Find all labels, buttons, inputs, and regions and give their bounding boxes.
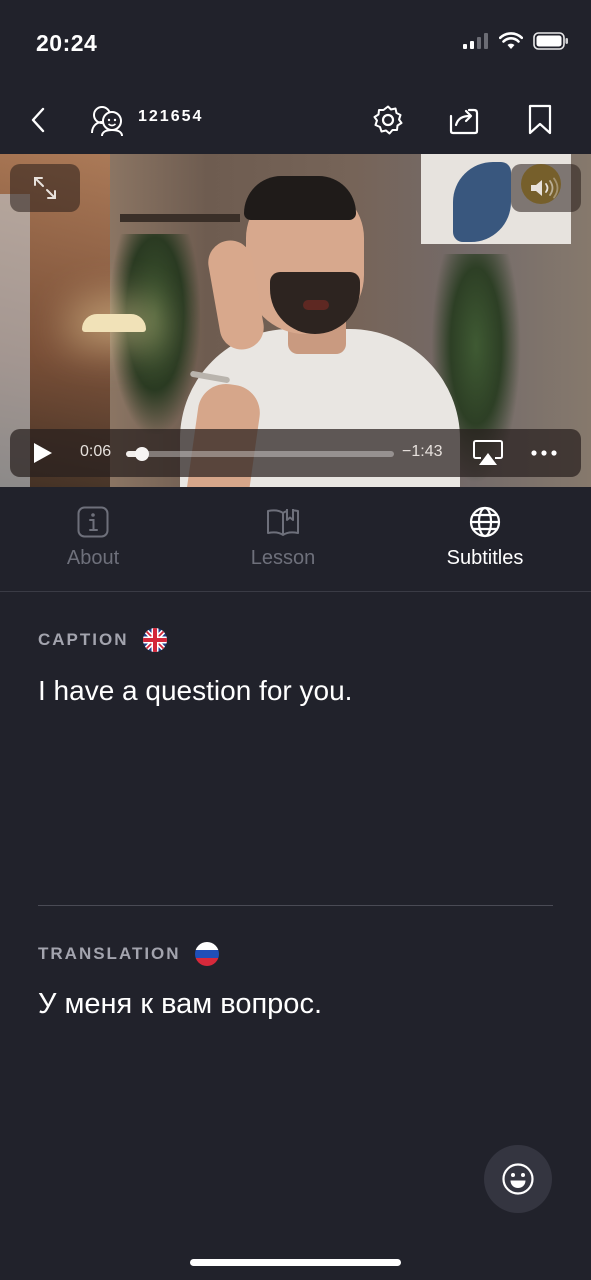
bookmark-icon	[528, 104, 552, 135]
tab-bar: About Lesson Subtitles	[0, 487, 591, 592]
avatar-group-button[interactable]	[86, 98, 130, 142]
section-divider	[38, 905, 553, 906]
tab-lesson-label: Lesson	[250, 547, 316, 569]
airplay-icon	[473, 440, 503, 465]
scrubber[interactable]	[126, 447, 394, 461]
settings-button[interactable]	[366, 98, 410, 142]
remaining-time: −1:43	[402, 443, 443, 460]
back-button[interactable]	[16, 98, 60, 142]
back-icon	[31, 107, 45, 133]
avatar-group-icon	[91, 106, 123, 137]
play-button[interactable]	[30, 441, 54, 465]
signal-icon	[463, 33, 488, 49]
uk-flag-icon	[142, 628, 167, 652]
settings-icon	[373, 105, 403, 135]
translation-label: TRANSLATION	[38, 944, 181, 963]
video-frame-shelf	[120, 214, 240, 222]
smiley-icon	[502, 1163, 534, 1195]
fullscreen-button[interactable]	[10, 164, 80, 212]
video-frame-lamp	[82, 314, 146, 332]
tab-subtitles[interactable]: Subtitles	[430, 487, 540, 591]
globe-icon	[469, 506, 501, 538]
caption-label: CAPTION	[38, 630, 129, 649]
current-time: 0:06	[80, 443, 112, 460]
tab-about-icon-wrap	[77, 505, 109, 539]
lesson-id: 121654	[138, 108, 204, 125]
airplay-button[interactable]	[472, 439, 508, 469]
video-frame-person-hair	[244, 176, 356, 220]
tab-lesson[interactable]: Lesson	[232, 487, 334, 591]
battery-icon	[533, 32, 568, 50]
tab-about[interactable]: About	[40, 487, 146, 591]
top-nav: 121654	[0, 88, 591, 154]
play-icon	[34, 443, 52, 463]
bookmark-button[interactable]	[518, 98, 562, 142]
translation-text: У меня к вам вопрос.	[38, 988, 322, 1020]
video-controls: 0:06 −1:43	[10, 429, 581, 477]
video-player[interactable]: 0:06 −1:43	[0, 154, 591, 487]
emoji-fab-button[interactable]	[484, 1145, 552, 1213]
share-button[interactable]	[442, 98, 486, 142]
russia-flag-icon	[194, 942, 219, 966]
home-indicator	[190, 1259, 401, 1266]
wifi-icon	[499, 32, 523, 49]
status-icons	[463, 32, 569, 50]
status-bar: 20:24	[0, 0, 591, 88]
more-icon	[531, 450, 557, 456]
caption-header: CAPTION	[38, 628, 167, 652]
volume-icon	[531, 177, 559, 199]
translation-header: TRANSLATION	[38, 942, 219, 966]
video-frame-person-mouth	[303, 300, 329, 310]
tab-subtitles-label: Subtitles	[446, 547, 524, 569]
status-time: 20:24	[36, 30, 98, 56]
book-icon	[267, 509, 299, 536]
caption-text: I have a question for you.	[38, 675, 353, 706]
tab-subtitles-icon-wrap	[469, 505, 501, 539]
volume-button[interactable]	[511, 164, 581, 212]
tab-about-label: About	[66, 547, 120, 569]
tab-lesson-icon-wrap	[266, 505, 300, 539]
share-icon	[449, 108, 479, 135]
more-button[interactable]	[526, 441, 562, 465]
info-icon	[77, 506, 109, 538]
expand-icon	[34, 177, 56, 199]
scrubber-knob[interactable]	[135, 447, 150, 461]
